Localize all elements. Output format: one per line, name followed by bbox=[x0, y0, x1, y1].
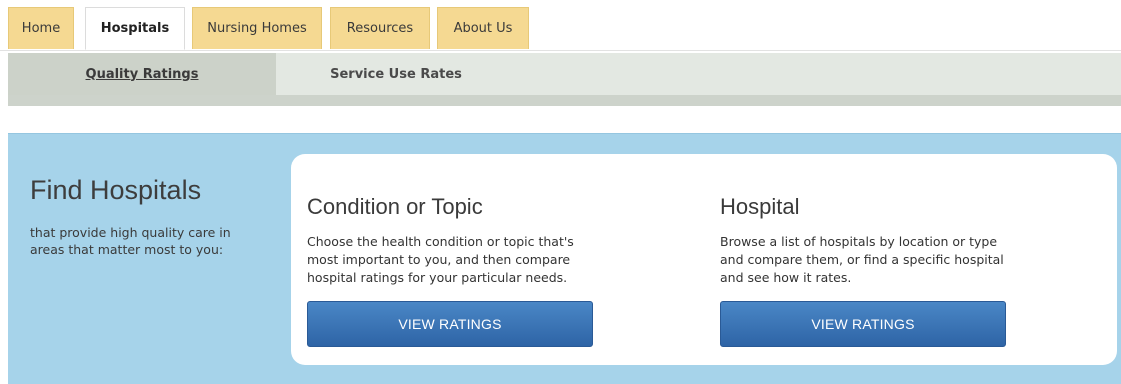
condition-topic-description: Choose the health condition or topic tha… bbox=[307, 234, 574, 285]
tab-about-us[interactable]: About Us bbox=[437, 7, 529, 49]
tab-home[interactable]: Home bbox=[8, 7, 74, 49]
hospital-title: Hospital bbox=[720, 194, 800, 219]
hospital-description: Browse a list of hospitals by location o… bbox=[720, 234, 1004, 285]
options-card: Condition or Topic Choose the health con… bbox=[291, 154, 1117, 365]
hero-title: Find Hospitals bbox=[30, 175, 202, 205]
sub-navigation: Quality Ratings Service Use Rates bbox=[8, 53, 1121, 106]
subtab-service-use-rates[interactable]: Service Use Rates bbox=[276, 53, 516, 95]
sub-nav-divider bbox=[8, 95, 1121, 106]
tab-resources[interactable]: Resources bbox=[330, 7, 430, 49]
hospital-view-ratings-button[interactable]: VIEW RATINGS bbox=[720, 301, 1006, 347]
find-hospitals-panel: Find Hospitals that provide high quality… bbox=[8, 133, 1121, 384]
top-navigation: Home Hospitals Nursing Homes Resources A… bbox=[0, 0, 1121, 51]
condition-view-ratings-button[interactable]: VIEW RATINGS bbox=[307, 301, 593, 347]
tab-hospitals[interactable]: Hospitals bbox=[85, 7, 185, 50]
condition-topic-title: Condition or Topic bbox=[307, 194, 483, 219]
tab-nursing-homes[interactable]: Nursing Homes bbox=[192, 7, 322, 49]
hero-subtitle: that provide high quality care in areas … bbox=[30, 225, 231, 257]
subtab-quality-ratings[interactable]: Quality Ratings bbox=[8, 53, 276, 95]
